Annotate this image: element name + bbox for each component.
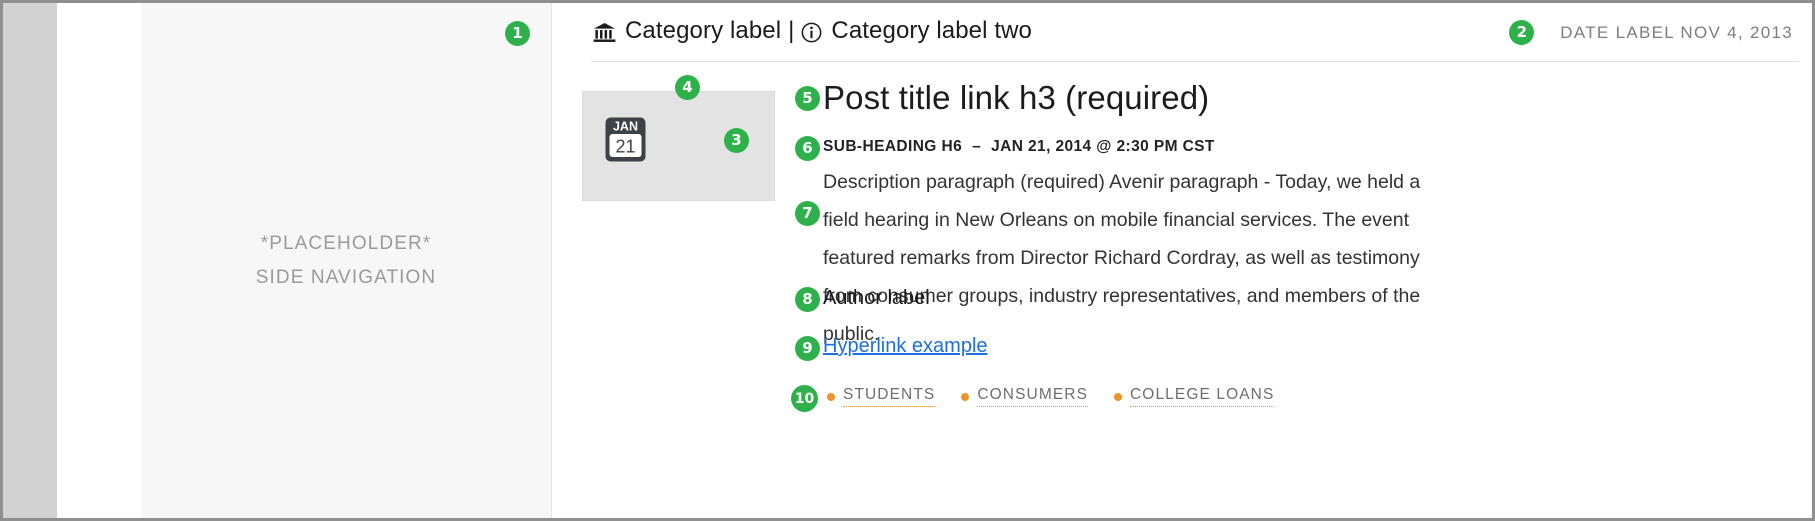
category-label-two[interactable]: Category label two [831, 17, 1032, 45]
callout-badge-4: 4 [675, 75, 700, 100]
callout-badge-6: 6 [795, 136, 820, 161]
side-navigation-placeholder-line-1: *PLACEHOLDER* [260, 232, 432, 254]
tag-bullet-icon [961, 392, 970, 401]
screenshot-frame: *PLACEHOLDER* SIDE NAVIGATION 1 Category… [0, 0, 1815, 521]
tag-bullet-icon [827, 392, 835, 401]
tag-consumers[interactable]: CONSUMERS [961, 386, 1089, 407]
callout-badge-10: 10 [791, 385, 818, 412]
header-divider [591, 61, 1799, 62]
date-label: DATE LABEL NOV 4, 2013 [1560, 22, 1793, 42]
subheading-date: JAN 21, 2014 @ 2:30 PM CST [991, 138, 1215, 155]
tag-list: STUDENTS CONSUMERS COLLEGE LOANS [827, 386, 1300, 407]
calendar-icon: JAN 21 [605, 117, 646, 162]
callout-badge-8: 8 [795, 287, 820, 312]
post-description: Description paragraph (required) Avenir … [823, 171, 1421, 345]
main-content: 1 Category label | Category label two 2 … [505, 3, 1812, 518]
side-navigation-placeholder-line-2: SIDE NAVIGATION [255, 266, 437, 288]
callout-badge-7: 7 [795, 201, 820, 226]
author-label: Author label [823, 287, 930, 309]
tag-label: STUDENTS [843, 386, 936, 407]
callout-badge-9: 9 [795, 336, 820, 361]
callout-badge-1: 1 [505, 21, 530, 46]
side-navigation[interactable]: *PLACEHOLDER* SIDE NAVIGATION [141, 3, 552, 518]
post-subheading: SUB-HEADING H6– JAN 21, 2014 @ 2:30 PM CS… [823, 138, 1215, 156]
callout-badge-5: 5 [795, 86, 820, 111]
callout-badge-2: 2 [1509, 20, 1535, 45]
hyperlink-example[interactable]: Hyperlink example [823, 335, 988, 358]
category-separator: | [788, 17, 795, 44]
svg-text:21: 21 [615, 137, 635, 157]
category-labels: Category label | Category label two [593, 17, 1032, 45]
category-date-row: 1 Category label | Category label two 2 … [505, 17, 1812, 51]
tag-bullet-icon [1114, 392, 1123, 401]
subheading-label: SUB-HEADING H6 [823, 138, 963, 155]
page-canvas: *PLACEHOLDER* SIDE NAVIGATION 1 Category… [57, 3, 1812, 518]
subheading-dash: – [972, 138, 982, 155]
callout-badge-3: 3 [724, 128, 749, 153]
post-title-link[interactable]: Post title link h3 (required) [823, 79, 1209, 117]
date-label-wrap: 2 DATE LABEL NOV 4, 2013 [1509, 20, 1793, 45]
post-thumbnail-placeholder[interactable]: JAN 21 4 3 [582, 75, 775, 201]
tag-label: COLLEGE LOANS [1130, 386, 1275, 407]
tag-label: CONSUMERS [977, 386, 1089, 407]
info-circle-icon [801, 22, 822, 43]
tag-students[interactable]: STUDENTS [827, 386, 936, 407]
tag-college-loans[interactable]: COLLEGE LOANS [1114, 386, 1275, 407]
svg-text:JAN: JAN [613, 120, 638, 134]
bank-institution-icon [593, 22, 616, 43]
category-label-one[interactable]: Category label [625, 17, 781, 45]
